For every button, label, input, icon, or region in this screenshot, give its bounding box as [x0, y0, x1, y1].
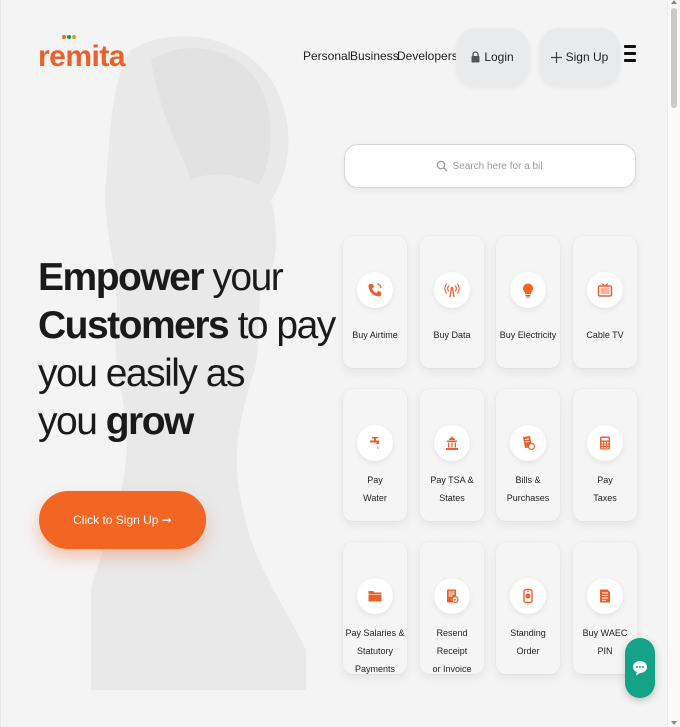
calculator-icon	[587, 425, 623, 461]
building-icon	[434, 425, 470, 461]
service-card-buy-airtime[interactable]: Buy Airtime	[343, 236, 407, 368]
order-icon	[510, 578, 546, 614]
service-card-bills-purchases[interactable]: Bills & Purchases	[496, 389, 560, 521]
phone-icon	[357, 272, 393, 308]
service-label: Pay Salaries & Statutory Payments	[345, 628, 405, 674]
document-icon	[587, 578, 623, 614]
vertical-scrollbar[interactable]	[667, 0, 680, 727]
chat-widget-button[interactable]	[625, 638, 655, 698]
sign-up-label: Sign Up	[565, 50, 609, 64]
login-button[interactable]: Login	[456, 28, 529, 86]
click-to-sign-up-button[interactable]: Click to Sign Up ➞	[39, 491, 206, 549]
cta-label: Click to Sign Up ➞	[73, 513, 172, 527]
hero-line2-rest: to pay	[228, 304, 337, 347]
faucet-icon	[357, 425, 393, 461]
receipt-icon	[434, 578, 470, 614]
remita-logo[interactable]: remita	[38, 35, 126, 74]
menu-icon[interactable]	[624, 45, 636, 63]
page: remita Personal Business Developers Logi…	[0, 0, 669, 727]
biller-search-input[interactable]	[450, 159, 545, 173]
scroll-up-icon[interactable]	[671, 0, 677, 4]
hero-line1-bold: Empower	[38, 256, 205, 299]
bulb-icon	[510, 272, 546, 308]
sign-up-button[interactable]: Sign Up	[539, 28, 620, 86]
service-card-buy-electricity[interactable]: Buy Electricity	[496, 236, 560, 368]
hero-line2-bold: Customers	[38, 304, 230, 347]
folder-icon	[357, 578, 393, 614]
service-card-standing-order[interactable]: Standing Order	[496, 542, 560, 674]
service-label: Resend Receipt or Invoice	[432, 628, 472, 674]
hero-line4-pre: you	[38, 400, 106, 443]
service-label: Pay TSA & States	[430, 475, 474, 503]
search-icon	[436, 160, 447, 172]
hero-headline: Empower your Customers to pay you easily…	[38, 254, 337, 446]
hero-line3: you easily as	[38, 352, 245, 395]
service-label: Cable TV	[586, 330, 624, 340]
service-label: Bills & Purchases	[506, 475, 550, 503]
scrollbar-thumb[interactable]	[671, 8, 677, 108]
service-label: Pay Taxes	[593, 475, 617, 503]
service-card-cable-tv[interactable]: Cable TV	[573, 236, 637, 368]
logo-text: remita	[38, 40, 126, 73]
login-label: Login	[484, 50, 514, 64]
scroll-down-icon[interactable]	[671, 721, 677, 725]
service-label: Buy Airtime	[352, 330, 398, 340]
bill-icon	[510, 425, 546, 461]
service-card-resend-receipt[interactable]: Resend Receipt or Invoice	[420, 542, 484, 674]
service-card-buy-data[interactable]: Buy Data	[420, 236, 484, 368]
tv-icon	[587, 272, 623, 308]
plus-icon	[550, 51, 562, 63]
service-label: Pay Water	[363, 475, 387, 503]
nav-business[interactable]: Business	[350, 49, 399, 63]
hero-line1-rest: your	[203, 256, 283, 299]
service-card-pay-taxes[interactable]: Pay Taxes	[573, 389, 637, 521]
broadcast-icon	[434, 272, 470, 308]
service-label: Standing Order	[510, 628, 546, 656]
service-label: Buy Data	[433, 330, 471, 340]
nav-personal[interactable]: Personal	[303, 49, 350, 63]
service-card-pay-tsa-states[interactable]: Pay TSA & States	[420, 389, 484, 521]
hero-line4-bold: grow	[105, 400, 195, 443]
service-card-pay-salaries[interactable]: Pay Salaries & Statutory Payments	[343, 542, 407, 674]
biller-search-box[interactable]	[344, 144, 636, 188]
logo-dots	[62, 35, 76, 39]
lock-icon	[471, 51, 480, 63]
nav-developers[interactable]: Developers	[397, 49, 458, 63]
chat-icon	[633, 661, 647, 676]
service-label: Buy Electricity	[499, 330, 557, 340]
service-card-pay-water[interactable]: Pay Water	[343, 389, 407, 521]
